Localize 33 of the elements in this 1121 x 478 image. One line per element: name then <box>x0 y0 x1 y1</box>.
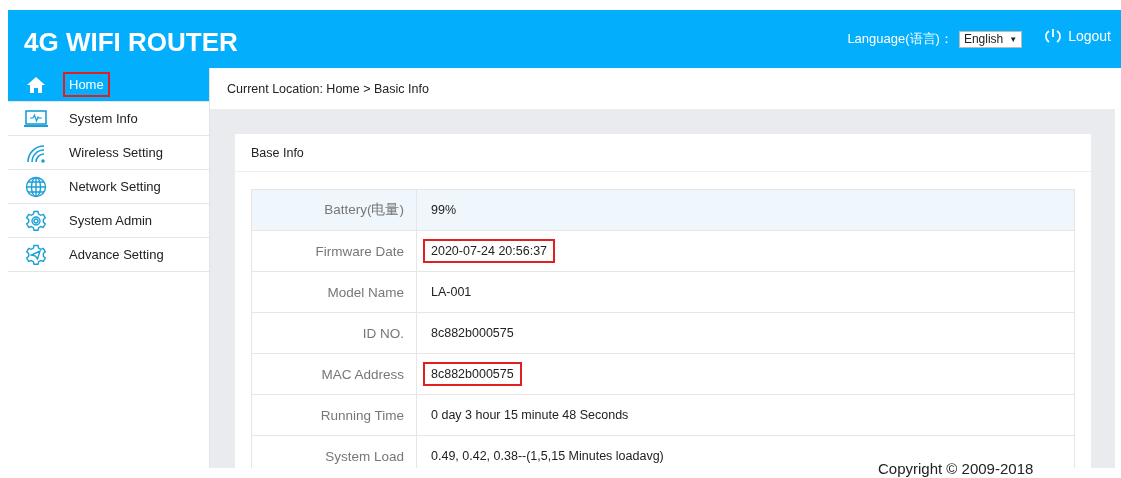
gear-icon <box>25 209 47 232</box>
field-label: Running Time <box>252 395 417 435</box>
field-value: 2020-07-24 20:56:37 <box>423 239 556 263</box>
field-value: 8c882b000575 <box>423 362 522 386</box>
card-title: Base Info <box>235 134 1091 172</box>
field-label: Model Name <box>252 272 417 312</box>
monitor-icon <box>23 109 49 128</box>
field-value: 0 day 3 hour 15 minute 48 Seconds <box>430 407 630 424</box>
wifi-icon <box>25 142 47 163</box>
field-label: Battery(电量) <box>252 190 417 230</box>
field-value: 8c882b000575 <box>430 325 515 342</box>
field-label: MAC Address <box>252 354 417 394</box>
gear-icon <box>25 243 47 266</box>
field-label: Firmware Date <box>252 231 417 271</box>
field-value: 99% <box>430 202 458 219</box>
sidebar-item[interactable]: Wireless Setting <box>8 136 209 170</box>
field-label: System Load <box>252 436 417 468</box>
language-select[interactable]: English ▼ <box>958 30 1023 48</box>
field-value: 0.49, 0.42, 0.38--(1,5,15 Minutes loadavg) <box>430 448 665 465</box>
sidebar-item[interactable]: Advance Setting <box>8 238 209 272</box>
sidebar-item[interactable]: System Admin <box>8 204 209 238</box>
copyright-text: Copyright © 2009-2018 <box>878 460 1034 477</box>
sidebar-item[interactable]: System Info <box>8 102 209 136</box>
language-label: Language(语言)： <box>847 30 953 48</box>
globe-icon <box>25 175 47 198</box>
sidebar-item[interactable]: Network Setting <box>8 170 209 204</box>
field-value: LA-001 <box>430 284 473 301</box>
power-icon <box>1044 28 1063 44</box>
breadcrumb: Current Location: Home > Basic Info <box>210 68 1115 109</box>
app-title: 4G WIFI ROUTER <box>24 25 239 58</box>
caret-icon: ▼ <box>1009 34 1018 44</box>
home-icon <box>26 75 46 94</box>
field-label: ID NO. <box>252 313 417 353</box>
